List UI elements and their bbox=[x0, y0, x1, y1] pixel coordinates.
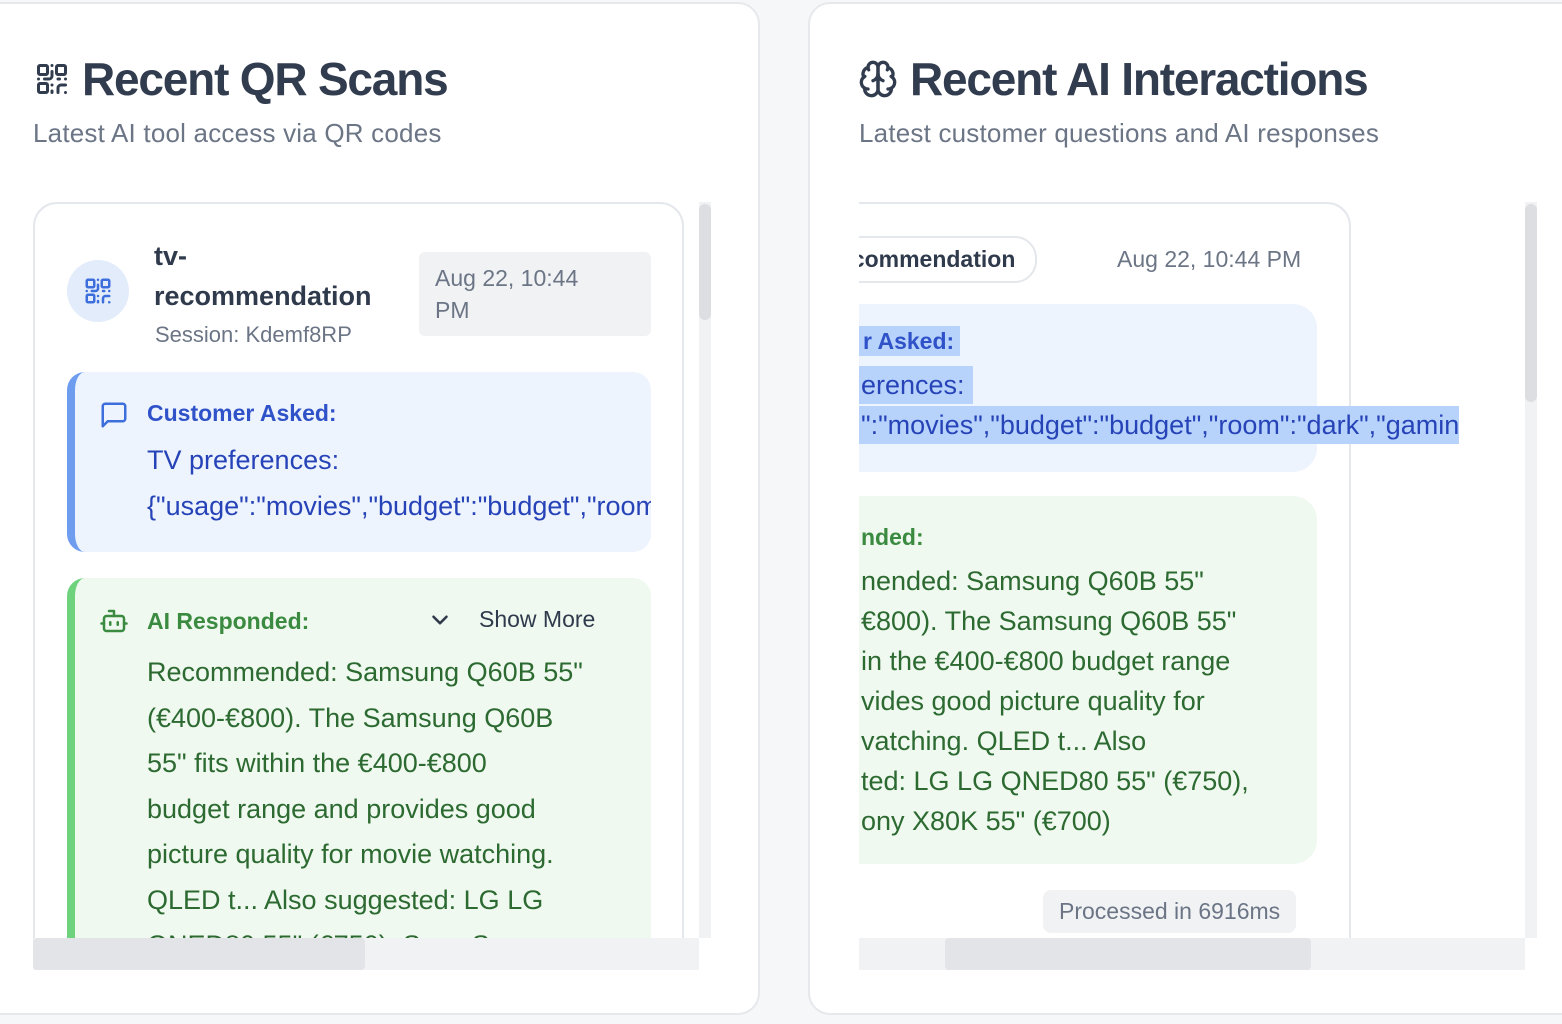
response-line: ted: LG LG QNED80 55" (€750), bbox=[861, 766, 1249, 796]
ai-scroll-area[interactable]: ecommendation Aug 22, 10:44 PM r Asked: … bbox=[859, 200, 1525, 938]
qr-panel-title: Recent QR Scans bbox=[82, 53, 449, 105]
qr-avatar bbox=[67, 260, 129, 322]
ai-response-box: AI Responded: Show More Recommended: Sam… bbox=[67, 578, 651, 938]
ai-responded-label: AI Responded: bbox=[147, 608, 310, 634]
response-line: QLED t... Also suggested: LG LG bbox=[147, 884, 544, 915]
customer-asked-label: Customer Asked: bbox=[147, 400, 337, 426]
vertical-scroll-thumb[interactable] bbox=[1525, 204, 1537, 402]
timestamp-line1: Aug 22, 10:44 bbox=[435, 265, 579, 291]
ai-response-text: Recommended: Samsung Q60B 55" (€400-€800… bbox=[147, 650, 647, 938]
tool-name-line1: tv- bbox=[154, 241, 187, 271]
session-id: Session: Kdemf8RP bbox=[155, 322, 352, 347]
interaction-timestamp: Aug 22, 10:44 PM bbox=[1117, 246, 1302, 272]
response-line: picture quality for movie watching. bbox=[147, 839, 554, 869]
horizontal-scrollbar[interactable] bbox=[859, 938, 1525, 970]
ai-interaction-card: ecommendation Aug 22, 10:44 PM r Asked: … bbox=[859, 202, 1460, 938]
question-line: ":"movies","budget":"budget","room":"dar… bbox=[859, 406, 1460, 444]
question-line-text: ":"movies","budget":"budget","room":"dar… bbox=[859, 406, 1460, 444]
recent-ai-interactions-panel: Recent AI Interactions Latest customer q… bbox=[808, 2, 1562, 1015]
recent-qr-scans-panel: Recent QR Scans Latest AI tool access vi… bbox=[0, 2, 760, 1015]
processing-time-badge: Processed in 6916ms bbox=[1043, 890, 1297, 933]
qr-panel-subtitle: Latest AI tool access via QR codes bbox=[33, 118, 442, 148]
vertical-scroll-thumb[interactable] bbox=[699, 204, 711, 320]
horizontal-scrollbar[interactable] bbox=[33, 938, 699, 970]
question-line: erences: bbox=[859, 366, 973, 404]
response-line: budget range and provides good bbox=[147, 793, 536, 824]
chevron-down-icon bbox=[432, 614, 448, 625]
response-line: 55" fits within the €400-€800 bbox=[147, 748, 487, 778]
response-line: Recommended: Samsung Q60B 55" bbox=[147, 657, 583, 687]
vertical-scrollbar[interactable] bbox=[1525, 202, 1537, 938]
message-square-icon bbox=[101, 402, 127, 428]
tool-name-line2: recommendation bbox=[154, 281, 372, 311]
vertical-scrollbar[interactable] bbox=[699, 202, 711, 938]
brain-icon bbox=[859, 60, 897, 98]
customer-question-text: TV preferences: {"usage":"movies","budget… bbox=[147, 437, 651, 529]
horizontal-scroll-thumb[interactable] bbox=[945, 938, 1311, 970]
timestamp-badge: Aug 22, 10:44 PM bbox=[419, 252, 651, 336]
qr-panel-header: Recent QR Scans bbox=[34, 52, 449, 106]
timestamp-line2: PM bbox=[435, 297, 470, 323]
qr-scroll-area[interactable]: tv- recommendation Session: Kdemf8RP Aug… bbox=[33, 200, 699, 938]
ai-responded-label: nded: bbox=[861, 524, 924, 550]
question-line-text: erences: bbox=[859, 366, 973, 404]
show-more-button[interactable]: Show More bbox=[427, 606, 595, 633]
response-line: €800). The Samsung Q60B 55" bbox=[861, 606, 1237, 636]
ai-panel-title: Recent AI Interactions bbox=[910, 53, 1369, 105]
qr-code-icon bbox=[85, 278, 111, 304]
customer-question-box: Customer Asked: TV preferences: {"usage":… bbox=[67, 372, 651, 552]
customer-question-box: r Asked: erences: ":"movies","budget":"b… bbox=[859, 304, 1460, 472]
response-line: (€400-€800). The Samsung Q60B bbox=[147, 702, 554, 733]
show-more-label: Show More bbox=[479, 606, 596, 632]
customer-asked-label: r Asked: bbox=[859, 326, 961, 356]
tool-name-pill: ecommendation bbox=[859, 236, 1038, 283]
asked-label-text: r Asked: bbox=[859, 326, 961, 356]
response-line: vides good picture quality for bbox=[861, 686, 1205, 716]
question-line: TV preferences: bbox=[147, 445, 340, 475]
bot-icon bbox=[100, 609, 128, 633]
response-line: in the €400-€800 budget range bbox=[861, 646, 1231, 676]
response-line: ony X80K 55" (€700) bbox=[861, 806, 1111, 836]
qr-scan-card: tv- recommendation Session: Kdemf8RP Aug… bbox=[33, 202, 684, 938]
response-line: QNED80 55" (€750), Sony S bbox=[147, 923, 647, 938]
response-line: vatching. QLED t... Also bbox=[861, 726, 1147, 756]
qr-code-icon bbox=[37, 64, 67, 95]
tool-name: tv- recommendation bbox=[154, 236, 372, 316]
ai-panel-subtitle: Latest customer questions and AI respons… bbox=[859, 118, 1380, 148]
ai-response-box: nded: nended: Samsung Q60B 55" €800). Th… bbox=[859, 496, 1317, 864]
horizontal-scroll-thumb[interactable] bbox=[33, 938, 365, 970]
question-line: {"usage":"movies","budget":"budget","roo… bbox=[147, 491, 651, 521]
ai-panel-header: Recent AI Interactions bbox=[858, 52, 1369, 106]
response-line: nended: Samsung Q60B 55" bbox=[861, 566, 1204, 596]
